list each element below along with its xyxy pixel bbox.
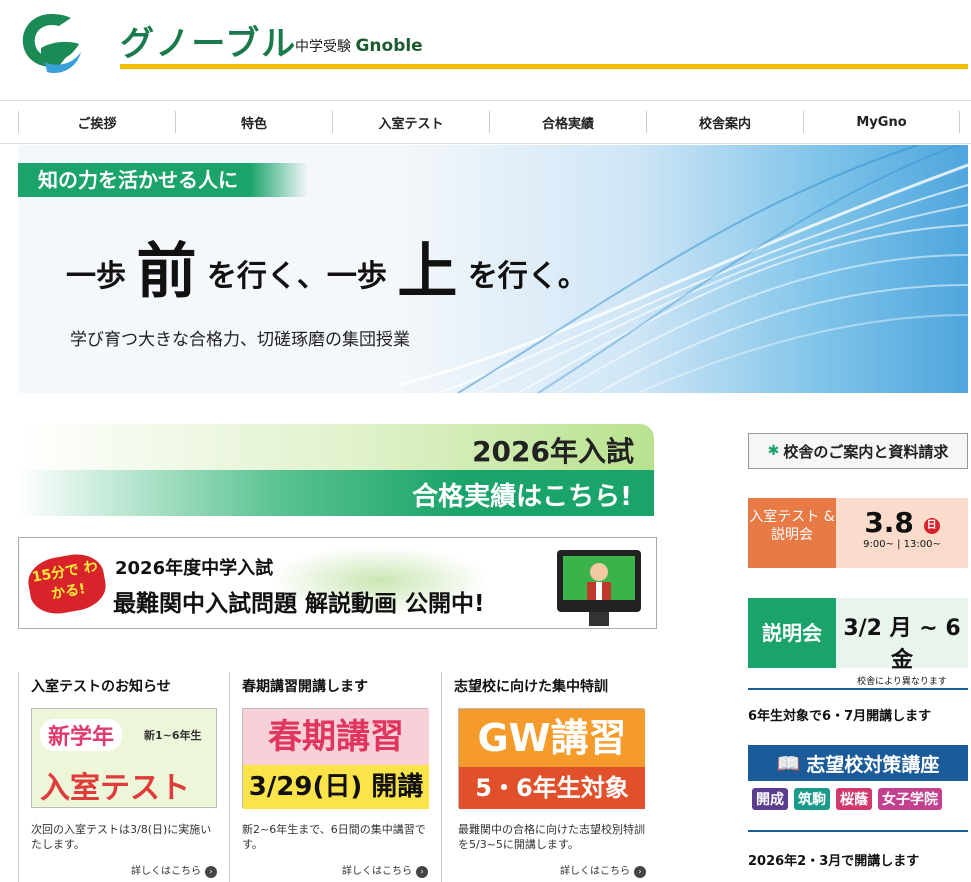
tagline-prefix: 中学受験	[295, 39, 351, 55]
img-spring-date: 3/29(日) 開講	[243, 765, 429, 809]
nav-item-campus[interactable]: 校舎案内	[646, 111, 803, 133]
test-day-badge: 日	[923, 518, 940, 534]
column-text: 新2~6年生まで、6日間の集中講習です。	[242, 823, 426, 851]
column-title: 春期講習開講します	[242, 679, 368, 695]
briefing-note: 校舎により異なります	[857, 677, 947, 687]
img-gw-course: GW講習	[459, 709, 645, 767]
school-tag: 桜蔭	[836, 788, 872, 810]
fifteen-min-badge: 15分で わかる!	[24, 549, 110, 619]
school-tag: 筑駒	[794, 788, 830, 810]
sidebar-divider	[748, 830, 968, 832]
test-time: 9:00~ | 13:00~	[863, 539, 941, 550]
briefing-label: 説明会	[748, 598, 836, 668]
hero-banner: 知の力を活かせる人に 一歩 前 を行く、一歩 上 を行く。 学び育つ大きな合格力…	[18, 145, 968, 393]
column-title: 入室テストのお知らせ	[31, 679, 171, 695]
sidebar-text-1: 6年生対象で6・7月開講します	[748, 709, 932, 724]
school-tags: 開成 筑駒 桜蔭 女子学院	[752, 788, 942, 810]
target-school-course-label: 志望校対策講座	[806, 753, 940, 776]
test-label: 入室テスト & 説明会	[748, 498, 836, 568]
column-text: 次回の入室テストは3/8(日)に実施いたします。	[31, 823, 212, 851]
cursor-click-icon: ✱	[767, 443, 780, 459]
hero-headline-d: 上	[397, 237, 458, 307]
site-header: グノーブル 中学受験 Gnoble	[0, 0, 971, 100]
tagline: 中学受験 Gnoble	[295, 36, 423, 56]
hero-headline-a: 一歩	[66, 259, 126, 294]
test-date-value: 3.8	[864, 506, 914, 539]
briefing-event[interactable]: 説明会 3/2 月 ~ 6 金 校舎により異なります	[748, 598, 968, 687]
school-tag: 女子学院	[878, 788, 942, 810]
briefing-date: 3/2 月 ~ 6 金	[843, 616, 961, 673]
sidebar-text-2: 2026年2・3月で開講します	[748, 854, 920, 869]
img-entrance-test: 入室テスト	[40, 771, 190, 806]
column-title: 志望校に向けた集中特訓	[454, 679, 608, 695]
img-grades: 新1~6年生	[144, 729, 202, 742]
target-school-course-button[interactable]: 📖 志望校対策講座	[748, 745, 968, 781]
img-gw-target: 5・6年生対象	[459, 767, 645, 809]
video-banner-line1: 2026年度中学入試	[115, 558, 274, 579]
arrow-right-icon: ›	[634, 866, 646, 878]
test-info: 3.8 日 9:00~ | 13:00~	[836, 498, 968, 568]
hero-subtitle: 学び育つ大きな合格力、切磋琢磨の集団授業	[70, 330, 410, 350]
nav-item-features[interactable]: 特色	[175, 111, 332, 133]
monitor-stand	[589, 612, 609, 626]
monitor-screen	[563, 556, 635, 600]
entrance-test-event[interactable]: 入室テスト & 説明会 3.8 日 9:00~ | 13:00~	[748, 498, 968, 568]
campus-info-label: 校舎のご案内と資料請求	[783, 442, 949, 461]
results-banner-top: 2026年入試	[18, 424, 654, 470]
results-banner[interactable]: 2026年入試 合格実績はこちら!	[18, 424, 654, 518]
more-link-label: 詳しくはこちら	[560, 866, 630, 877]
tagline-name: Gnoble	[355, 36, 423, 56]
header-divider	[120, 64, 968, 69]
more-link[interactable]: 詳しくはこちら ›	[342, 862, 428, 878]
hero-tag: 知の力を活かせる人に	[18, 163, 308, 197]
briefing-info: 3/2 月 ~ 6 金 校舎により異なります	[836, 598, 968, 687]
nav-item-entrance-test[interactable]: 入室テスト	[332, 111, 489, 133]
hero-headline-b: 前	[136, 237, 197, 307]
main-nav: ご挨拶 特色 入室テスト 合格実績 校舎案内 MyGno	[0, 100, 971, 144]
img-new-year: 新学年	[40, 719, 123, 751]
more-link[interactable]: 詳しくはこちら ›	[560, 862, 646, 878]
arrow-right-icon: ›	[205, 866, 217, 878]
img-spring-course: 春期講習	[243, 709, 429, 765]
results-line2: 合格実績はこちら!	[412, 482, 632, 512]
more-link-label: 詳しくはこちら	[342, 866, 412, 877]
hero-headline-e: を行く。	[467, 259, 588, 294]
results-banner-bottom: 合格実績はこちら!	[18, 470, 654, 516]
test-date: 3.8 日	[836, 506, 968, 539]
results-line1: 2026年入試	[472, 435, 634, 468]
teacher-icon	[587, 563, 611, 600]
video-banner-line2: 最難関中入試問題 解説動画 公開中!	[113, 591, 485, 617]
nav-item-greeting[interactable]: ご挨拶	[18, 111, 175, 133]
sidebar-divider	[748, 688, 968, 690]
entrance-test-image[interactable]: 新学年 新1~6年生 入室テスト	[31, 708, 217, 808]
column-text: 最難関中の合格に向けた志望校別特訓を5/3~5に開講します。	[458, 823, 645, 851]
nav-item-mygno[interactable]: MyGno	[803, 111, 960, 133]
monitor-icon	[557, 550, 641, 626]
brand-name: グノーブル	[120, 24, 298, 64]
arrow-right-icon: ›	[416, 866, 428, 878]
gnoble-logo-icon[interactable]	[15, 8, 87, 80]
video-banner[interactable]: 15分で わかる! 2026年度中学入試 最難関中入試問題 解説動画 公開中!	[18, 537, 657, 629]
more-link-label: 詳しくはこちら	[131, 866, 201, 877]
gw-course-image[interactable]: GW講習 5・6年生対象	[458, 708, 645, 809]
news-column-gw: 志望校に向けた集中特訓 GW講習 5・6年生対象 最難関中の合格に向けた志望校別…	[441, 672, 652, 882]
nav-item-results[interactable]: 合格実績	[489, 111, 646, 133]
news-column-entrance: 入室テストのお知らせ 新学年 新1~6年生 入室テスト 次回の入室テストは3/8…	[18, 672, 229, 882]
hero-headline: 一歩 前 を行く、一歩 上 を行く。	[66, 223, 588, 310]
campus-info-button[interactable]: ✱ 校舎のご案内と資料請求	[748, 433, 968, 469]
school-tag: 開成	[752, 788, 788, 810]
hero-headline-c: を行く、一歩	[206, 259, 387, 294]
news-column-spring: 春期講習開講します 春期講習 3/29(日) 開講 新2~6年生まで、6日間の集…	[229, 672, 440, 882]
book-icon: 📖	[776, 752, 801, 775]
spring-course-image[interactable]: 春期講習 3/29(日) 開講	[242, 708, 429, 809]
more-link[interactable]: 詳しくはこちら ›	[131, 862, 217, 878]
